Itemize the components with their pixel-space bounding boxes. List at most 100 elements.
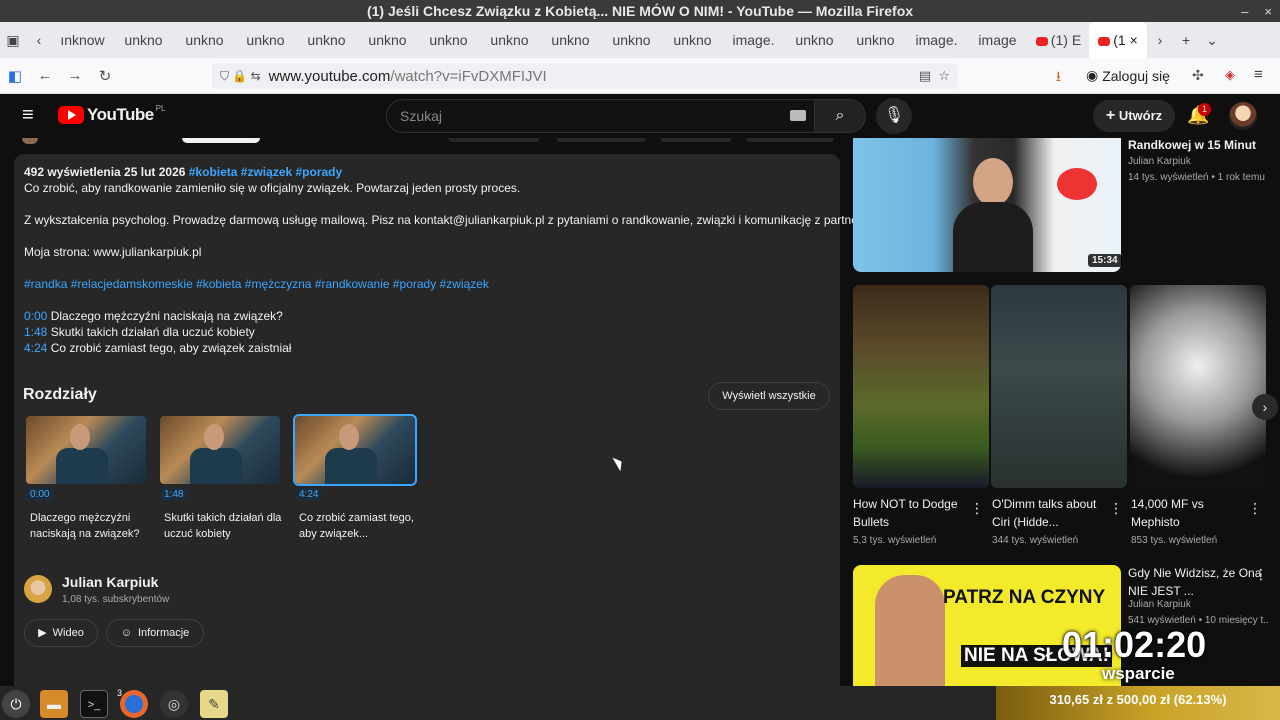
timestamp-link[interactable]: 4:24	[24, 341, 47, 355]
addon-icon[interactable]: ◈	[1225, 67, 1235, 83]
action-button-partial[interactable]	[448, 138, 540, 142]
hamburger-menu-icon[interactable]: ≡	[22, 104, 34, 127]
minimize-button[interactable]: –	[1241, 4, 1248, 19]
youtube-favicon-icon	[1035, 36, 1048, 46]
tab[interactable]: unkno	[113, 22, 174, 58]
tab[interactable]: unkno	[296, 22, 357, 58]
tab[interactable]: unkno	[479, 22, 540, 58]
subscribe-button-partial[interactable]	[182, 138, 260, 143]
tab[interactable]: image.	[723, 22, 784, 58]
profile-icon: ☺	[120, 627, 132, 639]
tab[interactable]: unkno	[845, 22, 906, 58]
list-tabs-icon[interactable]: ⌄	[1199, 32, 1225, 49]
text-editor-icon[interactable]: ✎	[200, 690, 228, 718]
reload-icon[interactable]: ↻	[90, 67, 120, 85]
chapter-time: 0:00	[26, 488, 54, 501]
reader-view-icon[interactable]: ▤	[919, 68, 931, 83]
description-hashtags[interactable]: #randka #relacjedamskomeskie #kobieta #m…	[24, 277, 489, 291]
short-thumbnail[interactable]	[991, 285, 1127, 488]
more-options-icon[interactable]: ⋮	[1109, 500, 1123, 517]
recommended-video-title[interactable]: Gdy Nie Widzisz, że Ona NIE JEST ...	[1128, 564, 1262, 600]
tab-youtube[interactable]: (1) E	[1028, 22, 1089, 58]
video-icon: ▶	[38, 627, 47, 639]
extensions-icon[interactable]: ✣	[1192, 67, 1204, 84]
short-thumbnail[interactable]	[1130, 285, 1266, 488]
tab[interactable]: ınknow	[52, 22, 113, 58]
recommended-video-title[interactable]: Randkowej w 15 Minut	[1128, 136, 1268, 154]
timestamp-link[interactable]: 1:48	[24, 325, 47, 339]
chapter-card[interactable]: 0:00 Dlaczego mężczyźni naciskają na zwi…	[26, 416, 148, 540]
chapter-card[interactable]: 1:48 Skutki takich działań dla uczuć kob…	[160, 416, 282, 540]
new-tab-icon[interactable]: +	[1173, 32, 1199, 48]
action-button-partial[interactable]	[556, 138, 646, 142]
tabs-scroll-left-icon[interactable]: ‹	[26, 32, 52, 48]
chapter-thumbnail	[160, 416, 280, 484]
recommended-video-channel[interactable]: Julian Karpiuk	[1128, 154, 1191, 170]
tracking-protection-icon[interactable]: ⛉ 🔒 ⇆	[212, 69, 269, 84]
short-title[interactable]: 14,000 MF vs Mephisto	[1131, 495, 1241, 531]
menu-icon[interactable]: ≡	[1254, 66, 1263, 83]
obs-icon[interactable]: ◎	[160, 690, 188, 718]
chapter-card-active[interactable]: 4:24 Co zrobić zamiast tego, aby związek…	[293, 414, 417, 540]
about-label: Informacje	[137, 627, 190, 639]
close-tab-icon[interactable]: ×	[1130, 32, 1138, 48]
stream-timer: 01:02:20	[1062, 624, 1207, 665]
file-manager-icon[interactable]: ▬	[40, 690, 68, 718]
channel-name[interactable]: Julian Karpiuk	[62, 574, 158, 590]
avatar[interactable]	[1229, 102, 1257, 130]
tab-youtube-active[interactable]: (1 ×	[1089, 22, 1147, 58]
description-top-hashtags[interactable]: #kobieta #związek #porady	[189, 165, 342, 179]
shorts-next-button[interactable]: ›	[1252, 394, 1278, 420]
firefox-icon[interactable]	[120, 690, 148, 718]
account-icon[interactable]: ◉	[1086, 67, 1098, 84]
downloads-icon[interactable]: ⭳	[1056, 66, 1061, 90]
bookmark-star-icon[interactable]: ☆	[938, 68, 950, 83]
tab[interactable]: unkno	[235, 22, 296, 58]
action-button-partial[interactable]	[746, 138, 834, 142]
more-options-icon[interactable]: ⋮	[970, 500, 984, 517]
show-all-chapters-button[interactable]: Wyświetl wszystkie	[708, 382, 830, 410]
tab[interactable]: unkno	[601, 22, 662, 58]
chapter-time: 1:48	[160, 488, 188, 501]
search-input[interactable]: Szukaj	[386, 99, 816, 133]
tab[interactable]: unkno	[418, 22, 479, 58]
short-thumbnail[interactable]	[853, 285, 989, 488]
terminal-icon[interactable]: >_	[80, 690, 108, 718]
tab[interactable]: image.	[906, 22, 967, 58]
close-window-button[interactable]: ×	[1264, 4, 1272, 19]
search-button[interactable]: ⌕	[814, 99, 866, 133]
forward-icon[interactable]: →	[60, 67, 90, 84]
tab[interactable]: unkno	[357, 22, 418, 58]
tabs-scroll-right-icon[interactable]: ›	[1147, 32, 1173, 48]
more-options-icon[interactable]: ⋮	[1254, 566, 1268, 583]
back-icon[interactable]: ←	[30, 67, 60, 84]
recommended-video-thumbnail[interactable]	[853, 138, 1121, 272]
tab-overview-icon[interactable]: ▣	[0, 32, 26, 49]
keyboard-icon[interactable]	[790, 110, 806, 121]
url-bar[interactable]: ⛉ 🔒 ⇆ www.youtube.com/watch?v=iFvDXMFIJV…	[212, 63, 958, 89]
tab[interactable]: unkno	[784, 22, 845, 58]
more-options-icon[interactable]: ⋮	[1248, 500, 1262, 517]
short-views: 853 tys. wyświetleń	[1131, 535, 1218, 546]
channel-avatar[interactable]	[24, 575, 52, 603]
short-title[interactable]: How NOT to Dodge Bullets	[853, 495, 963, 531]
recommended-video-channel[interactable]: Julian Karpiuk	[1128, 597, 1191, 613]
videos-button[interactable]: ▶ Wideo	[24, 619, 98, 647]
tab[interactable]: unkno	[662, 22, 723, 58]
about-button[interactable]: ☺ Informacje	[106, 619, 204, 647]
youtube-logo[interactable]: YouTube PL	[58, 104, 166, 125]
voice-search-button[interactable]: 🎙	[876, 98, 912, 134]
tab[interactable]: unkno	[540, 22, 601, 58]
action-button-partial[interactable]	[660, 138, 732, 142]
login-button[interactable]: Zaloguj się	[1102, 68, 1170, 84]
short-title[interactable]: O'Dimm talks about Ciri (Hidde...	[992, 495, 1104, 531]
window-title: (1) Jeśli Chcesz Związku z Kobietą... NI…	[0, 0, 1280, 22]
chapter-thumbnail	[293, 414, 417, 486]
tab[interactable]: unkno	[174, 22, 235, 58]
timestamp-link[interactable]: 0:00	[24, 309, 47, 323]
tab[interactable]: image	[967, 22, 1028, 58]
create-button[interactable]: + Utwórz	[1093, 100, 1175, 132]
app-menu-icon[interactable]: ⏻	[2, 690, 30, 718]
sidebar-toggle-icon[interactable]: ◧	[0, 67, 30, 85]
chapters-heading: Rozdziały	[23, 386, 97, 403]
